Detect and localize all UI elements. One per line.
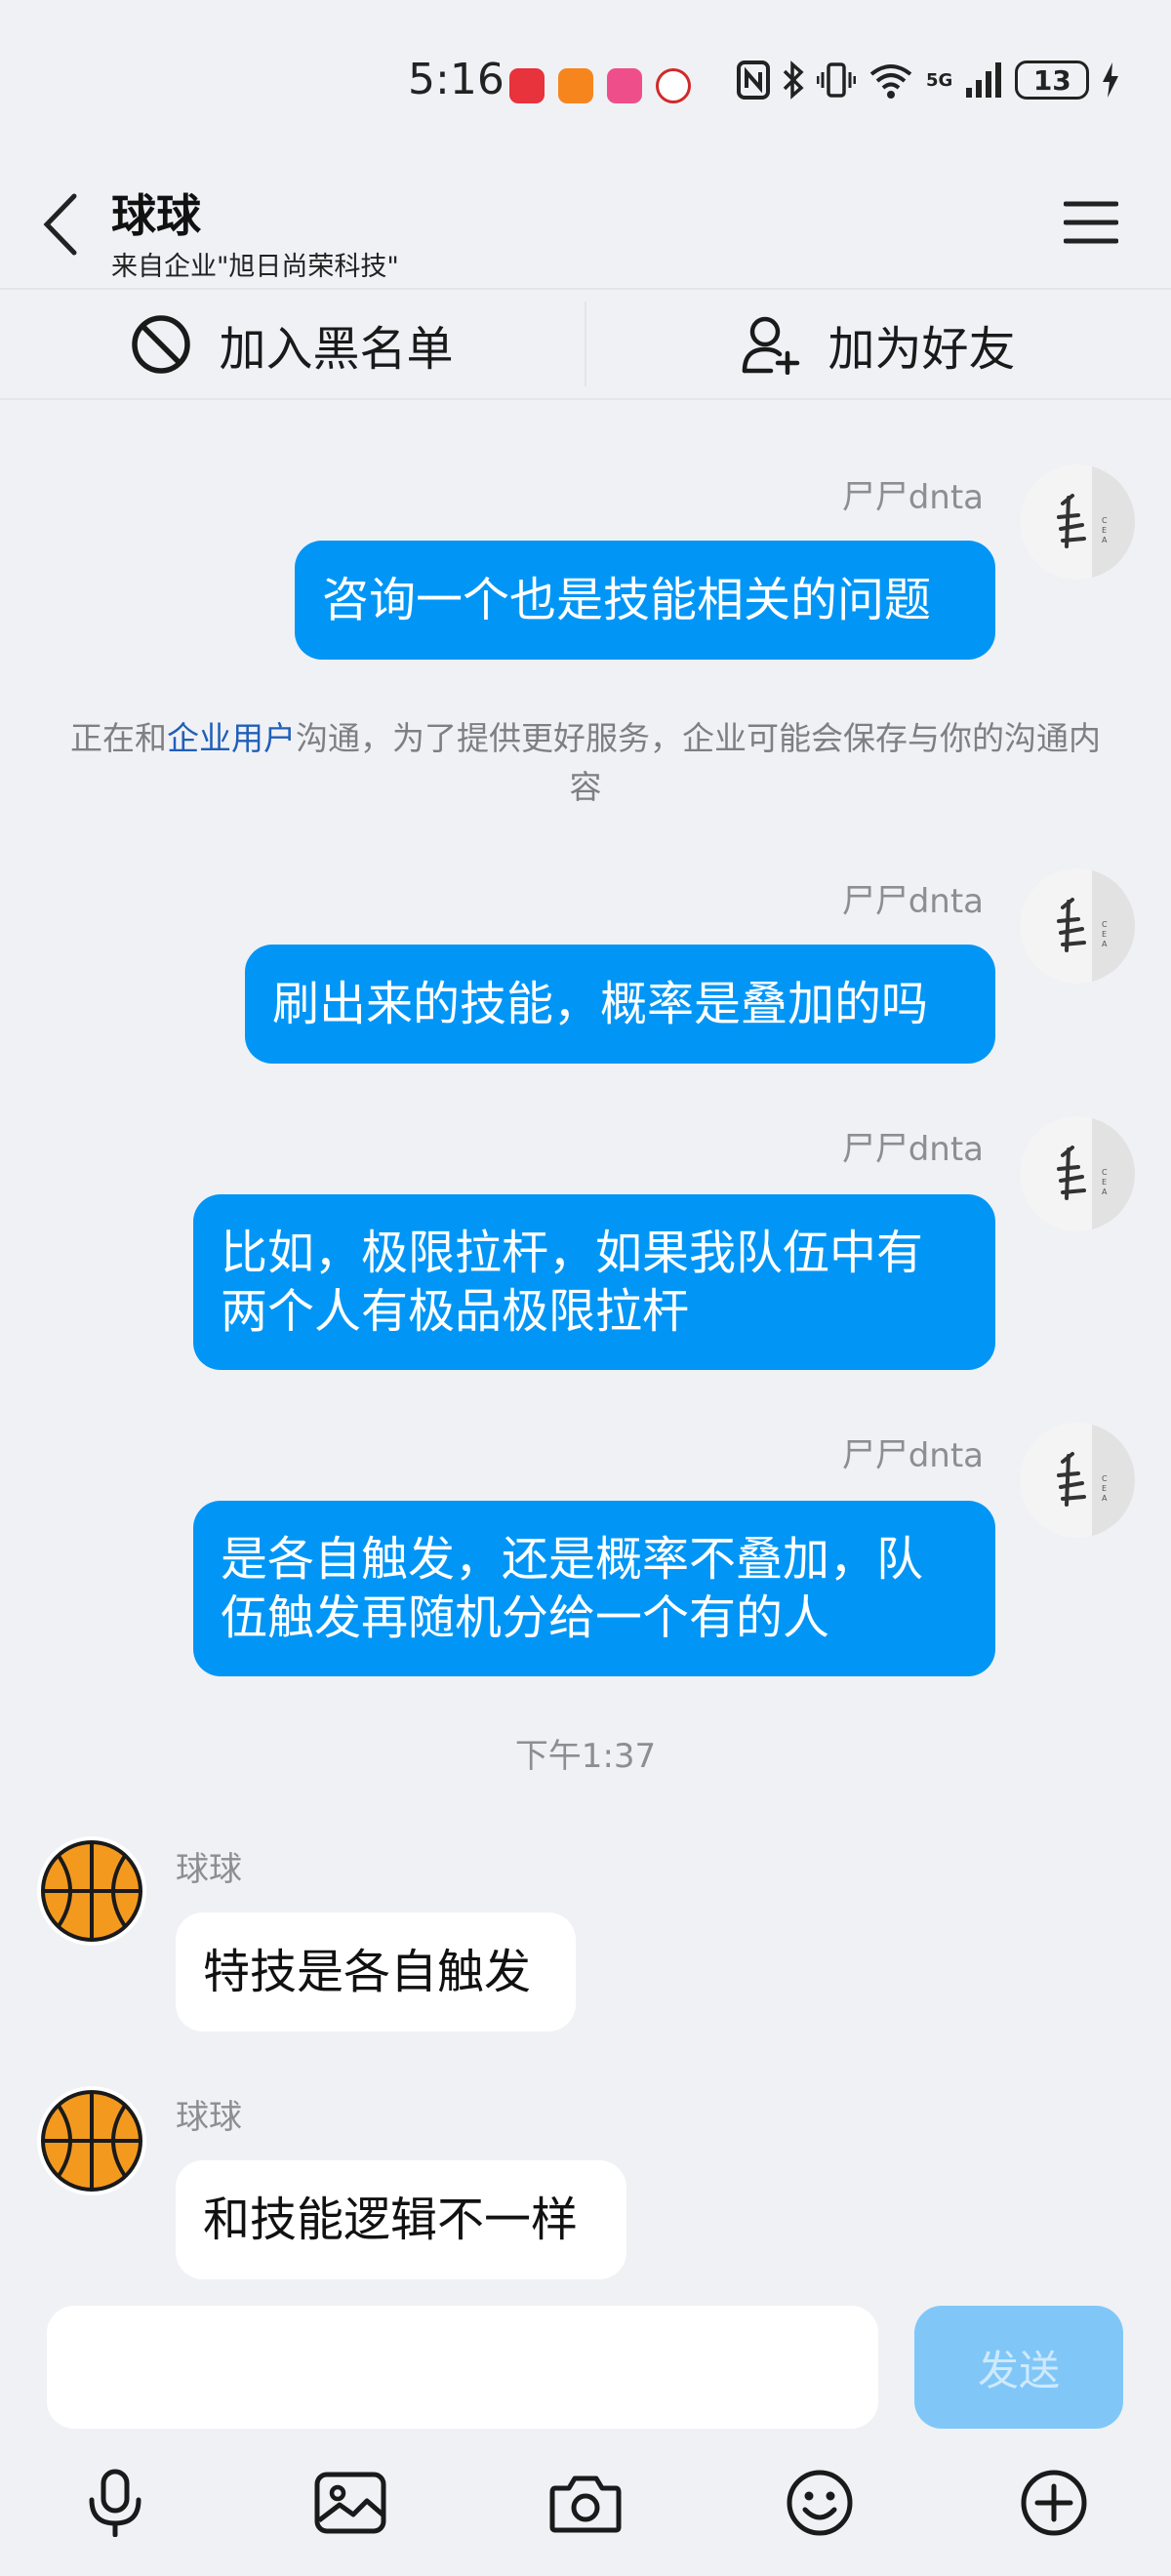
message-bubble-incoming[interactable]: 特技是各自触发	[176, 1912, 576, 2032]
sender-name: 球球	[176, 2098, 242, 2137]
user-avatar-image: CEA	[1020, 1116, 1135, 1231]
signal-icon	[966, 62, 1002, 98]
svg-text:A: A	[1102, 536, 1108, 544]
sender-name: 尸尸dnta	[841, 1130, 984, 1169]
chat-title: 球球	[111, 189, 201, 242]
sender-name: 球球	[176, 1850, 242, 1889]
notice-prefix: 正在和	[70, 719, 167, 757]
avatar[interactable]: CEA	[1020, 464, 1135, 580]
message-bubble-outgoing[interactable]: 咨询一个也是技能相关的问题	[295, 541, 995, 660]
user-avatar-image: CEA	[1020, 1423, 1135, 1538]
plus-icon[interactable]	[1015, 2464, 1093, 2542]
avatar[interactable]	[37, 1836, 146, 1946]
svg-text:C: C	[1102, 516, 1108, 525]
microphone-icon[interactable]	[76, 2464, 154, 2542]
svg-text:E: E	[1102, 1484, 1107, 1493]
avatar[interactable]: CEA	[1020, 868, 1135, 984]
emoji-icon[interactable]	[781, 2464, 859, 2542]
message-bubble-incoming[interactable]: 和技能逻辑不一样	[176, 2160, 626, 2279]
composer: 发送	[0, 2288, 1171, 2576]
message-bubble-outgoing[interactable]: 是各自触发，还是概率不叠加，队伍触发再随机分给一个有的人	[193, 1501, 995, 1676]
image-icon[interactable]	[311, 2464, 389, 2542]
svg-text:C: C	[1102, 1474, 1108, 1483]
svg-text:A: A	[1102, 1187, 1108, 1196]
avatar[interactable]: CEA	[1020, 1116, 1135, 1231]
battery-level: 13	[1015, 60, 1090, 100]
charging-icon	[1103, 62, 1119, 98]
camera-icon[interactable]	[546, 2464, 625, 2542]
enterprise-notice: 正在和企业用户沟通，为了提供更好服务，企业可能会保存与你的沟通内容	[59, 714, 1112, 812]
app-notification-icon	[509, 68, 545, 103]
user-avatar-image: CEA	[1020, 868, 1135, 984]
bluetooth-icon	[783, 60, 804, 100]
svg-text:A: A	[1102, 940, 1108, 948]
status-time: 5:16	[408, 55, 505, 104]
chat-subtitle: 来自企业"旭日尚荣科技"	[111, 252, 399, 282]
status-bar: 5:16 5G 13	[0, 0, 1171, 171]
svg-text:C: C	[1102, 920, 1108, 929]
svg-text:E: E	[1102, 526, 1107, 535]
block-button[interactable]: 加入黑名单	[0, 290, 585, 398]
notification-icons	[509, 68, 691, 103]
menu-icon[interactable]	[1064, 200, 1118, 245]
block-label: 加入黑名单	[219, 321, 454, 377]
app-notification-icon	[558, 68, 593, 103]
notice-suffix: 沟通，为了提供更好服务，企业可能会保存与你的沟通内容	[296, 719, 1101, 806]
wifi-icon	[869, 64, 912, 99]
action-bar: 加入黑名单 加为好友	[0, 288, 1171, 400]
block-icon	[132, 314, 191, 374]
user-avatar-image: CEA	[1020, 464, 1135, 580]
sender-name: 尸尸dnta	[841, 882, 984, 921]
chat-header: 球球 来自企业"旭日尚荣科技"	[0, 171, 1171, 288]
message-input[interactable]	[47, 2306, 878, 2429]
message-bubble-outgoing[interactable]: 刷出来的技能，概率是叠加的吗	[245, 945, 995, 1064]
add-friend-label: 加为好友	[828, 321, 1016, 377]
send-button[interactable]: 发送	[914, 2306, 1123, 2429]
back-icon[interactable]	[43, 192, 78, 257]
bilibili-icon	[607, 68, 642, 103]
add-friend-button[interactable]: 加为好友	[586, 290, 1171, 398]
svg-text:E: E	[1102, 1178, 1107, 1187]
sender-name: 尸尸dnta	[841, 1436, 984, 1475]
avatar[interactable]: CEA	[1020, 1423, 1135, 1538]
nfc-icon	[737, 60, 770, 100]
svg-text:C: C	[1102, 1168, 1108, 1177]
sender-name: 尸尸dnta	[841, 478, 984, 517]
svg-text:A: A	[1102, 1494, 1108, 1503]
svg-text:E: E	[1102, 930, 1107, 939]
vibrate-icon	[817, 62, 856, 98]
add-user-icon	[743, 316, 800, 375]
app-notification-icon	[656, 68, 691, 103]
avatar[interactable]	[37, 2086, 146, 2195]
basketball-avatar-icon	[37, 2086, 146, 2195]
enterprise-user-link[interactable]: 企业用户	[167, 719, 296, 757]
network-type: 5G	[926, 69, 953, 91]
basketball-avatar-icon	[37, 1836, 146, 1946]
message-bubble-outgoing[interactable]: 比如，极限拉杆，如果我队伍中有两个人有极品极限拉杆	[193, 1194, 995, 1370]
time-divider: 下午1:37	[514, 1737, 657, 1776]
system-icons: 5G 13	[737, 60, 1120, 100]
